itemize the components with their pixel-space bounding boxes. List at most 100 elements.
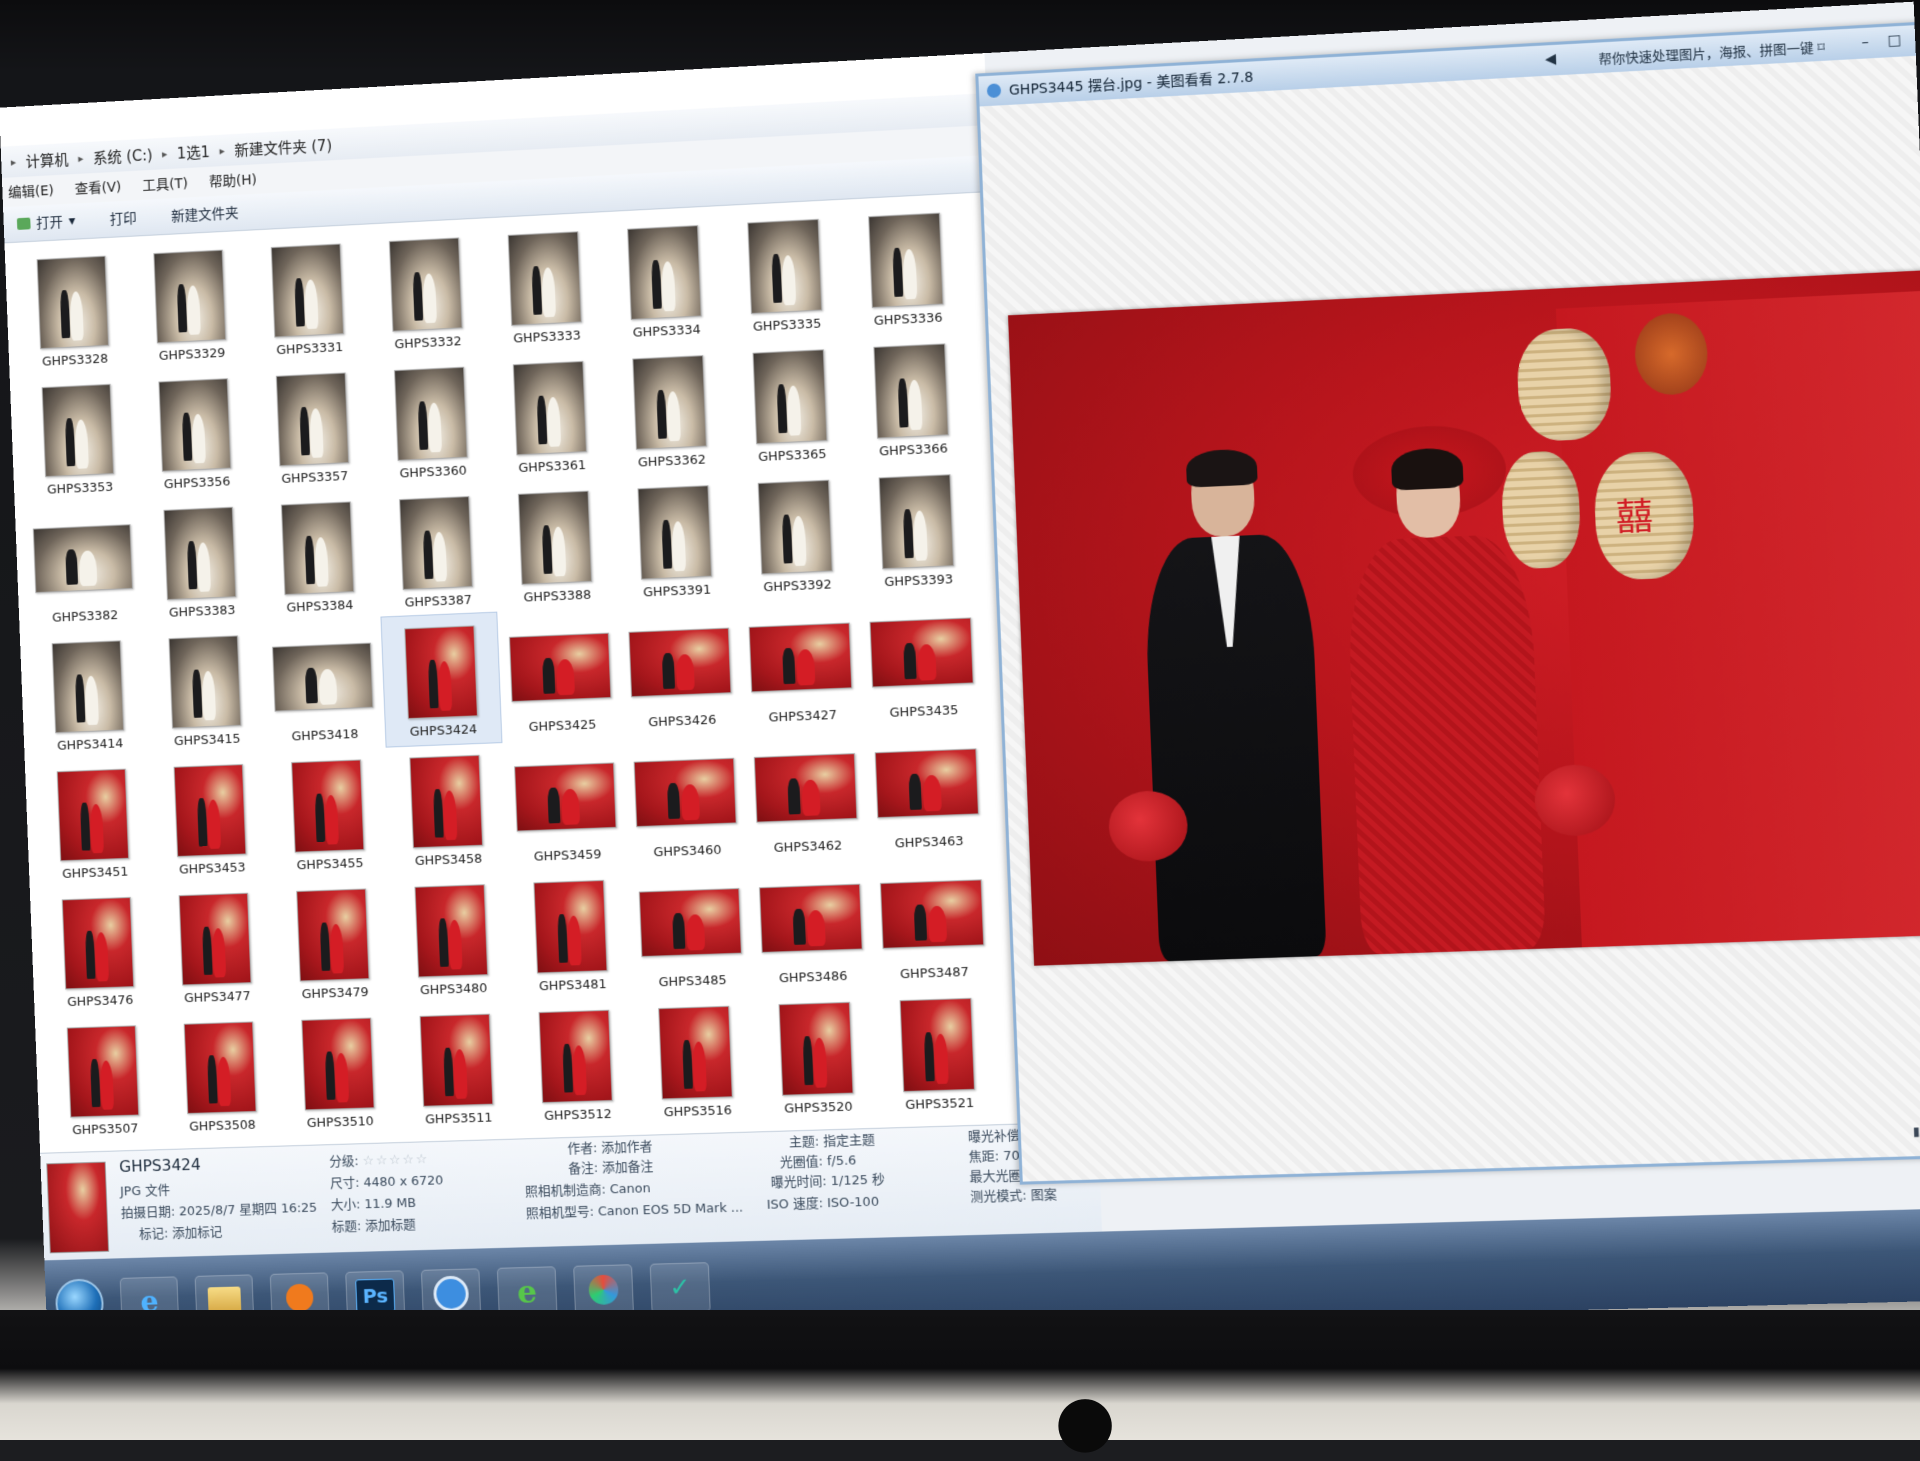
thumbnail-image: [61, 896, 135, 990]
thumbnail-item[interactable]: GHPS3476: [39, 884, 157, 1016]
thumbnail-item[interactable]: GHPS3393: [855, 461, 978, 597]
meitu-taskbar-button[interactable]: ✓: [649, 1262, 711, 1314]
thumbnail-item[interactable]: GHPS3332: [366, 224, 486, 359]
thumbnail-item[interactable]: GHPS3516: [635, 993, 756, 1127]
detail-tags[interactable]: 标记: 添加标记: [139, 1221, 223, 1242]
thumbnail-item[interactable]: GHPS3384: [258, 489, 377, 623]
thumbnail-item[interactable]: GHPS3424: [380, 611, 503, 748]
thumbnail-item[interactable]: GHPS3435: [861, 592, 984, 728]
thumbnail-item[interactable]: GHPS3362: [609, 342, 730, 477]
thumbnail-item[interactable]: GHPS3365: [729, 336, 851, 472]
minimize-icon[interactable]: –: [1853, 31, 1877, 53]
thumbnail-item[interactable]: GHPS3414: [29, 628, 147, 761]
open-button-label: 打开: [35, 214, 64, 232]
thumbnail-item[interactable]: GHPS3334: [604, 212, 725, 348]
detail-author[interactable]: 作者: 添加作者: [567, 1136, 652, 1157]
thumbnail-image: [748, 622, 853, 693]
thumbnail-item[interactable]: GHPS3486: [750, 859, 872, 994]
speaker-icon[interactable]: ◀: [1545, 51, 1557, 68]
network-icon[interactable]: ▮▮: [1913, 1124, 1920, 1139]
thumbnail-item[interactable]: GHPS3455: [268, 747, 387, 880]
thumbnail-item[interactable]: GHPS3458: [387, 742, 507, 876]
thumbnail-item[interactable]: GHPS3511: [397, 1001, 517, 1134]
thumbnail-item[interactable]: GHPS3507: [44, 1013, 162, 1145]
thumbnail-image: [158, 378, 232, 472]
thumbnail-item[interactable]: GHPS3521: [876, 985, 999, 1120]
thumbnail-item[interactable]: GHPS3356: [136, 365, 255, 499]
new-folder-button[interactable]: 新建文件夹: [171, 203, 239, 226]
thumbnail-item[interactable]: GHPS3460: [625, 733, 746, 867]
thumbnail-item[interactable]: GHPS3383: [141, 494, 260, 628]
thumbnail-item[interactable]: GHPS3459: [505, 737, 626, 871]
menu-tools[interactable]: 工具(T): [142, 173, 188, 195]
thumbnail-label: GHPS3366: [878, 441, 949, 460]
thumbnail-item[interactable]: GHPS3357: [253, 360, 372, 494]
thumbnail-item[interactable]: GHPS3328: [14, 243, 132, 377]
detail-comments[interactable]: 备注: 添加备注: [568, 1155, 653, 1176]
thumbnail-item[interactable]: GHPS3331: [248, 231, 367, 366]
thumbnail-image: [183, 1021, 257, 1115]
thumbnail-item[interactable]: GHPS3333: [485, 218, 606, 353]
thumbnail-item[interactable]: GHPS3336: [845, 199, 968, 336]
image-viewer-icon: [432, 1275, 470, 1313]
thumbnail-image: [178, 892, 252, 986]
thumbnail-item[interactable]: GHPS3366: [850, 330, 973, 466]
thumbnail-item[interactable]: GHPS3392: [735, 467, 857, 603]
thumbnail-item[interactable]: GHPS3512: [516, 997, 637, 1130]
open-button[interactable]: 打开 ▾: [16, 211, 76, 234]
detail-exposure-time: 曝光时间: 1/125 秒: [770, 1172, 886, 1191]
thumbnail-item[interactable]: GHPS3382: [24, 499, 142, 632]
photoshop-icon: Ps: [355, 1278, 396, 1314]
menu-edit[interactable]: 编辑(E): [8, 180, 54, 202]
chevron-down-icon[interactable]: ▾: [68, 213, 75, 229]
thumbnail-item[interactable]: GHPS3329: [131, 237, 250, 371]
thumbnail-image: [747, 218, 823, 315]
thumbnail-item[interactable]: GHPS3415: [146, 623, 265, 756]
maximize-icon[interactable]: □: [1882, 30, 1906, 52]
thumbnail-item[interactable]: GHPS3360: [371, 354, 491, 489]
thumbnail-item[interactable]: GHPS3508: [161, 1009, 280, 1141]
thumbnail-item[interactable]: GHPS3353: [19, 371, 137, 504]
thumbnail-item[interactable]: GHPS3418: [263, 618, 382, 752]
thumbnail-item[interactable]: GHPS3425: [500, 608, 621, 742]
print-button[interactable]: 打印: [109, 208, 137, 229]
thumbnail-item[interactable]: GHPS3335: [724, 206, 846, 342]
thumbnail-item[interactable]: GHPS3520: [755, 989, 877, 1123]
baidu-taskbar-button[interactable]: [573, 1264, 634, 1316]
thumbnail-label: GHPS3424: [409, 722, 478, 740]
thumbnail-item[interactable]: GHPS3427: [740, 597, 862, 732]
detail-dimensions: 尺寸: 4480 x 6720: [329, 1173, 444, 1192]
thumbnail-item[interactable]: GHPS3426: [620, 602, 741, 737]
breadcrumb-folder[interactable]: 1选1: [177, 141, 211, 163]
thumbnail-item[interactable]: GHPS3462: [745, 728, 867, 863]
thumbnail-label: GHPS3521: [904, 1095, 975, 1113]
thumbnail-item[interactable]: GHPS3481: [510, 867, 631, 1001]
menu-view[interactable]: 查看(V): [74, 176, 122, 198]
thumbnail-item[interactable]: GHPS3387: [376, 483, 496, 617]
breadcrumb-current-folder[interactable]: 新建文件夹 (7): [234, 134, 332, 160]
thumbnail-item[interactable]: GHPS3487: [871, 854, 994, 989]
breadcrumb-drive[interactable]: 系统 (C:): [93, 144, 153, 168]
thumbnail-item[interactable]: GHPS3485: [630, 863, 751, 997]
menu-help[interactable]: 帮助(H): [209, 169, 257, 191]
thumbnail-item[interactable]: GHPS3510: [279, 1005, 398, 1138]
rating-stars[interactable]: ☆☆☆☆☆: [362, 1152, 429, 1169]
thumbnail-item[interactable]: GHPS3453: [151, 751, 270, 884]
thumbnail-label: GHPS3362: [637, 452, 707, 471]
thumbnail-item[interactable]: GHPS3477: [156, 880, 275, 1013]
thumbnail-item[interactable]: GHPS3479: [274, 876, 393, 1009]
thumbnail-item[interactable]: GHPS3391: [614, 472, 735, 607]
detail-title[interactable]: 标题: 添加标题: [331, 1214, 417, 1235]
detail-subject[interactable]: 主题: 指定主题: [789, 1129, 875, 1150]
viewer-canvas[interactable]: 囍 ▮▮ ◀) 202: [979, 53, 1920, 1182]
thumbnail-item[interactable]: GHPS3388: [495, 478, 616, 613]
thumbnail-item[interactable]: GHPS3463: [866, 723, 989, 858]
breadcrumb-computer[interactable]: 计算机: [25, 148, 69, 171]
thumbnail-image: [633, 757, 737, 828]
thumbnail-item[interactable]: GHPS3451: [34, 756, 152, 888]
detail-rating: 分级: ☆☆☆☆☆: [329, 1148, 429, 1170]
thumbnail-image: [628, 627, 732, 698]
thumbnail-item[interactable]: GHPS3480: [392, 872, 512, 1005]
thumbnail-item[interactable]: GHPS3361: [490, 348, 611, 483]
breadcrumb-separator-icon: ▸: [161, 146, 168, 161]
